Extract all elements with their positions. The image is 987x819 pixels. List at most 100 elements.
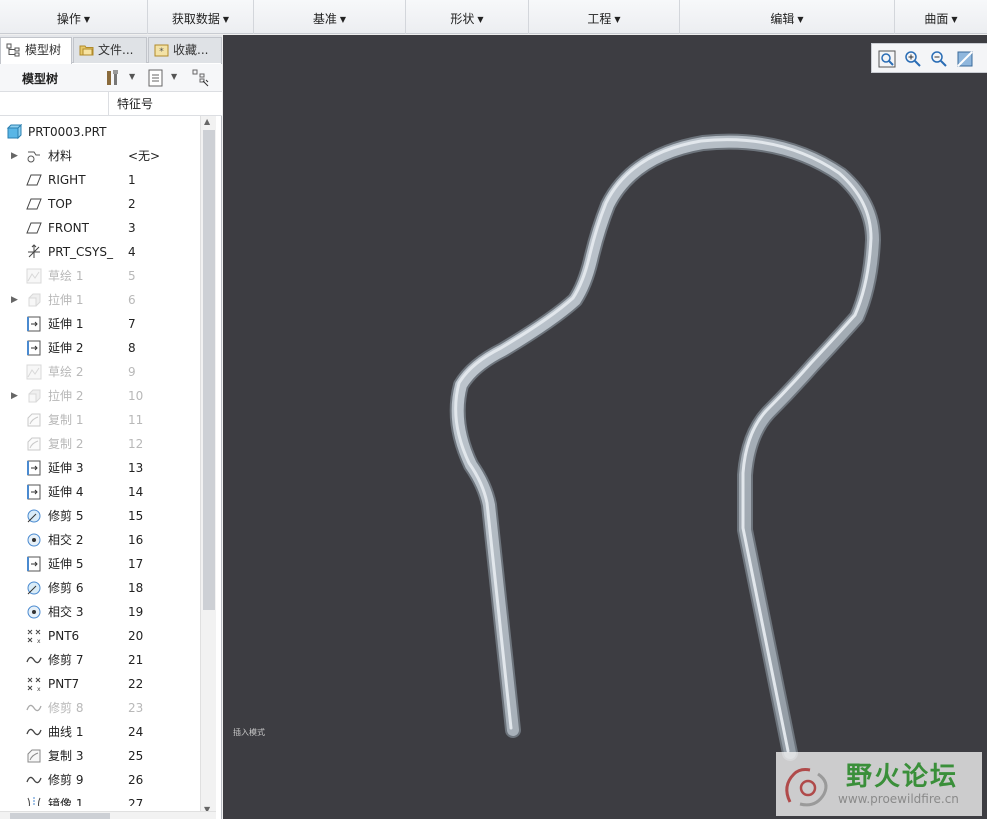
tree-filter-icon bbox=[192, 69, 209, 87]
tree-row[interactable]: 相交 3 19 bbox=[0, 600, 200, 624]
wire-bend-model[interactable] bbox=[223, 35, 987, 819]
copy-icon bbox=[27, 749, 41, 763]
refit-button[interactable] bbox=[876, 48, 898, 70]
feature-id: 10 bbox=[128, 389, 144, 403]
csys-icon bbox=[28, 244, 40, 258]
tree-row[interactable]: RIGHT 1 bbox=[0, 168, 200, 192]
feature-name: PRT_CSYS_ bbox=[48, 245, 113, 259]
horizontal-scrollbar[interactable] bbox=[0, 811, 216, 819]
tree-row[interactable]: FRONT 3 bbox=[0, 216, 200, 240]
expand-arrow-icon[interactable]: ▶ bbox=[11, 384, 18, 408]
chevron-down-icon: ▼ bbox=[222, 15, 230, 24]
tree-row[interactable]: 草绘 2 9 bbox=[0, 360, 200, 384]
trim-icon bbox=[27, 509, 41, 523]
tab-folder-browser[interactable]: 文件... bbox=[73, 37, 147, 63]
ribbon-group-engineering[interactable]: 工程 ▼ bbox=[529, 0, 680, 34]
tab-favorites[interactable]: * 收藏... bbox=[148, 37, 222, 63]
zoom-in-button[interactable] bbox=[902, 48, 924, 70]
tree-row[interactable]: 复制 3 25 bbox=[0, 744, 200, 768]
tree-row[interactable]: 修剪 6 18 bbox=[0, 576, 200, 600]
tree-row[interactable]: 修剪 7 21 bbox=[0, 648, 200, 672]
wire-shadow bbox=[449, 133, 881, 761]
tree-row[interactable]: TOP 2 bbox=[0, 192, 200, 216]
feature-name: 修剪 6 bbox=[48, 581, 84, 595]
show-button[interactable] bbox=[146, 68, 166, 88]
feature-name: 材料 bbox=[48, 149, 73, 163]
tree-row[interactable]: ▶ 拉伸 1 6 bbox=[0, 288, 200, 312]
feature-name: PNT6 bbox=[48, 629, 80, 643]
feature-id: 11 bbox=[128, 413, 144, 427]
tree-row[interactable]: 相交 2 16 bbox=[0, 528, 200, 552]
feature-id: 16 bbox=[128, 533, 144, 547]
filter-button[interactable] bbox=[191, 68, 211, 88]
feature-id: 22 bbox=[128, 677, 144, 691]
feature-name: 修剪 7 bbox=[48, 653, 84, 667]
tree-row[interactable]: PRT0003.PRT bbox=[0, 120, 200, 144]
tab-model-tree[interactable]: 模型树 bbox=[0, 37, 72, 64]
datum-point-icon: x bbox=[27, 629, 41, 644]
zoom-out-button[interactable] bbox=[928, 48, 950, 70]
tree-row[interactable]: 复制 2 12 bbox=[0, 432, 200, 456]
chevron-down-icon[interactable]: ▼ bbox=[171, 72, 177, 81]
ribbon-group-datum[interactable]: 基准 ▼ bbox=[254, 0, 406, 34]
ribbon-group-surfaces[interactable]: 曲面 ▼ bbox=[895, 0, 987, 34]
chevron-down-icon[interactable]: ▼ bbox=[129, 72, 135, 81]
trim-icon bbox=[27, 581, 41, 595]
feature-id: 1 bbox=[128, 173, 136, 187]
group-label: 工程 bbox=[587, 12, 612, 26]
shading-button[interactable] bbox=[954, 48, 976, 70]
ribbon-group-editing[interactable]: 编辑 ▼ bbox=[680, 0, 895, 34]
tree-row[interactable]: x PNT7 22 bbox=[0, 672, 200, 696]
ribbon-group-get-data[interactable]: 获取数据 ▼ bbox=[148, 0, 254, 34]
feature-name: 相交 2 bbox=[48, 533, 84, 547]
tree-row[interactable]: 延伸 1 7 bbox=[0, 312, 200, 336]
tree-row[interactable]: 曲线 1 24 bbox=[0, 720, 200, 744]
expand-arrow-icon[interactable]: ▶ bbox=[11, 288, 18, 312]
tree-row[interactable]: ▶ 拉伸 2 10 bbox=[0, 384, 200, 408]
graphics-window[interactable]: 插入模式 野火论坛 www.proewildfire.cn bbox=[223, 35, 987, 819]
tree-column-header: 特征号 bbox=[0, 92, 222, 116]
tree-row[interactable]: 复制 1 11 bbox=[0, 408, 200, 432]
feature-name: PNT7 bbox=[48, 677, 80, 691]
tree-row[interactable]: 延伸 4 14 bbox=[0, 480, 200, 504]
ribbon-group-shapes[interactable]: 形状 ▼ bbox=[406, 0, 529, 34]
tree-row[interactable]: PRT_CSYS_ 4 bbox=[0, 240, 200, 264]
expand-arrow-icon[interactable]: ▶ bbox=[11, 144, 18, 168]
tree-settings-button[interactable] bbox=[104, 68, 124, 88]
model-tree-icon bbox=[6, 43, 20, 57]
chevron-down-icon: ▼ bbox=[477, 15, 484, 24]
tree-row[interactable]: 延伸 2 8 bbox=[0, 336, 200, 360]
vertical-scrollbar[interactable]: ▲ ▼ bbox=[200, 116, 216, 815]
feature-name: 延伸 4 bbox=[48, 485, 84, 499]
scrollbar-thumb[interactable] bbox=[10, 813, 110, 819]
extend-icon bbox=[27, 340, 41, 356]
ribbon-group-operations[interactable]: 操作 ▼ bbox=[0, 0, 148, 34]
tree-row[interactable]: 修剪 5 15 bbox=[0, 504, 200, 528]
tree-row[interactable]: 延伸 5 17 bbox=[0, 552, 200, 576]
scrollbar-thumb[interactable] bbox=[203, 130, 215, 610]
material-icon bbox=[27, 151, 40, 163]
tree-row[interactable]: 草绘 1 5 bbox=[0, 264, 200, 288]
feature-id: 2 bbox=[128, 197, 136, 211]
tree-row[interactable]: 修剪 8 23 bbox=[0, 696, 200, 720]
scroll-up-icon[interactable]: ▲ bbox=[204, 117, 210, 126]
mirror-icon bbox=[27, 797, 41, 806]
zoom-in-icon bbox=[905, 51, 921, 67]
extend-icon bbox=[27, 556, 41, 572]
group-label: 曲面 bbox=[924, 12, 949, 26]
feature-name: 拉伸 2 bbox=[48, 389, 84, 403]
feature-name: TOP bbox=[48, 197, 73, 211]
tree-row[interactable]: 延伸 3 13 bbox=[0, 456, 200, 480]
feature-id: 12 bbox=[128, 437, 144, 451]
feature-id: 19 bbox=[128, 605, 144, 619]
feature-id-column[interactable]: 特征号 bbox=[108, 92, 204, 116]
tree-row[interactable]: x PNT6 20 bbox=[0, 624, 200, 648]
svg-text:x: x bbox=[37, 638, 41, 644]
feature-id: 3 bbox=[128, 221, 136, 235]
tree-row[interactable]: 镜像 1 27 bbox=[0, 792, 200, 806]
feature-name: 复制 3 bbox=[48, 749, 84, 763]
model-tree-toolbar: 模型树 ▼ ▼ bbox=[0, 64, 222, 92]
tree-row[interactable]: 修剪 9 26 bbox=[0, 768, 200, 792]
tree-row[interactable]: ▶ 材料 <无> bbox=[0, 144, 200, 168]
navigator-panel: 模型树 文件... * 收藏... 模型树 ▼ ▼ 特征号 PRT0003.PR… bbox=[0, 35, 222, 819]
